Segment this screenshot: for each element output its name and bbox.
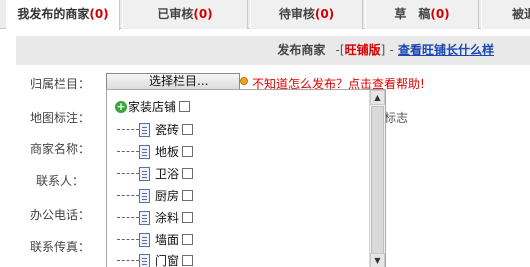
checkbox[interactable] — [182, 146, 194, 157]
version-badge: 旺铺版 — [344, 43, 381, 57]
tab-pending[interactable]: 待审核(0) — [250, 0, 363, 29]
checkbox[interactable] — [182, 168, 194, 179]
document-icon — [139, 144, 150, 159]
tree-item-label: 门窗 — [155, 254, 180, 267]
separator: ] — [380, 43, 386, 57]
category-label: 归属栏目： — [30, 77, 91, 91]
tab-label: 我发布的商家 — [17, 7, 90, 21]
help-icon — [240, 77, 248, 85]
tree-item[interactable]: 门窗 — [117, 252, 194, 267]
document-icon — [139, 253, 150, 267]
tab-bar: 我发布的商家(0) 已审核(0) 待审核(0) 草 稿(0) 被退 — [0, 0, 530, 30]
tree-item[interactable]: 瓷砖 — [117, 121, 194, 139]
phone-label: 办公电话： — [30, 208, 91, 222]
tab-count: (0) — [89, 7, 109, 21]
category-dropdown: + 家装店铺 瓷砖 地板 卫浴 厨房 涂料 墙面 门窗 ▲ ▼ — [106, 89, 386, 267]
tree-branch-line — [117, 239, 139, 240]
map-note: 标志 — [384, 111, 409, 125]
checkbox[interactable] — [182, 124, 194, 135]
fax-label: 联系传真： — [30, 240, 91, 254]
contact-label: 联系人： — [36, 174, 85, 188]
document-icon — [139, 232, 150, 247]
tree-item-label: 瓷砖 — [155, 123, 180, 137]
document-icon — [139, 122, 150, 137]
tab-label: 草 稿 — [394, 7, 431, 21]
map-label: 地图标注： — [30, 111, 91, 125]
tree-item-label: 墙面 — [155, 233, 180, 247]
page-title: 发布商家 — [277, 43, 326, 57]
tab-label: 已审核 — [157, 7, 194, 21]
tab-approved[interactable]: 已审核(0) — [122, 0, 248, 29]
select-category-button[interactable]: 选择栏目... — [106, 73, 240, 90]
tab-count: (0) — [193, 7, 213, 21]
tree-branch-line — [117, 260, 139, 261]
tree-item[interactable]: 墙面 — [117, 231, 194, 249]
checkbox[interactable] — [182, 190, 194, 201]
name-label: 商家名称： — [30, 142, 91, 156]
tab-label: 被退 — [512, 7, 530, 21]
tree-item[interactable]: 地板 — [117, 143, 194, 161]
tree-item[interactable]: 涂料 — [117, 209, 194, 227]
tree-branch-line — [117, 173, 139, 174]
tree-root-label: 家装店铺 — [128, 100, 177, 114]
checkbox[interactable] — [179, 101, 191, 112]
checkbox[interactable] — [182, 234, 194, 245]
tree-item-label: 厨房 — [155, 189, 180, 203]
separator: - — [389, 43, 394, 57]
document-icon — [139, 188, 150, 203]
tree-root[interactable]: + 家装店铺 — [115, 98, 191, 114]
checkbox[interactable] — [182, 255, 194, 266]
separator: -[ — [335, 43, 345, 57]
scroll-down-arrow-icon[interactable]: ▼ — [370, 253, 385, 267]
document-icon — [139, 210, 150, 225]
tree-branch-line — [117, 195, 139, 196]
expand-plus-icon[interactable]: + — [115, 100, 127, 113]
tree-item[interactable]: 厨房 — [117, 187, 194, 205]
scrollbar-thumb[interactable] — [371, 106, 384, 256]
tab-my-merchants[interactable]: 我发布的商家(0) — [6, 0, 120, 30]
tree-branch-line — [117, 129, 139, 130]
view-shop-link[interactable]: 查看旺铺长什么样 — [398, 43, 494, 57]
tab-rejected[interactable]: 被退 — [481, 0, 530, 29]
tree-item-label: 卫浴 — [155, 167, 180, 181]
scroll-up-arrow-icon[interactable]: ▲ — [370, 90, 385, 105]
tree-branch-line — [117, 151, 139, 152]
tree-branch-line — [117, 217, 139, 218]
tree-item-label: 地板 — [155, 145, 180, 159]
vertical-scrollbar[interactable]: ▲ ▼ — [369, 90, 385, 267]
checkbox[interactable] — [182, 212, 194, 223]
tree-item-label: 涂料 — [155, 211, 180, 225]
tab-count: (0) — [314, 7, 335, 21]
section-header: 发布商家 -[旺铺版] - 查看旺铺长什么样 — [16, 36, 530, 65]
document-icon — [139, 166, 150, 181]
tab-count: (0) — [430, 7, 450, 21]
tree-item[interactable]: 卫浴 — [117, 165, 194, 183]
tab-drafts[interactable]: 草 稿(0) — [365, 0, 479, 29]
tab-label: 待审核 — [278, 7, 315, 21]
